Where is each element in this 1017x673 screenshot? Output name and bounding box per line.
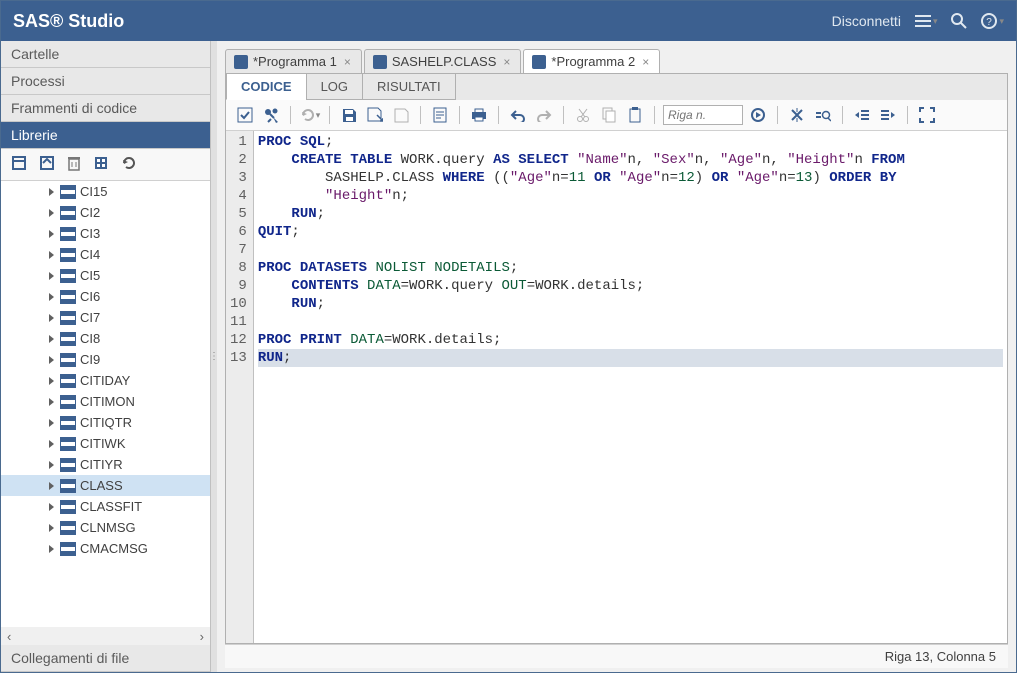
close-icon[interactable]: × — [640, 55, 651, 69]
tree-item-cmacmsg[interactable]: CMACMSG — [1, 538, 210, 559]
tree-item-ci8[interactable]: CI8 — [1, 328, 210, 349]
indent-out-icon[interactable] — [877, 104, 899, 126]
svg-text:?: ? — [987, 17, 993, 28]
code-editor[interactable]: 12345678910111213 PROC SQL; CREATE TABLE… — [226, 131, 1007, 643]
tree-item-ci6[interactable]: CI6 — [1, 286, 210, 307]
indent-in-icon[interactable] — [851, 104, 873, 126]
fullscreen-icon[interactable] — [916, 104, 938, 126]
close-icon[interactable]: × — [501, 55, 512, 69]
program-icon — [532, 55, 546, 69]
sidebar: Cartelle Processi Frammenti di codice Li… — [1, 41, 211, 672]
tree-item-citiwk[interactable]: CITIWK — [1, 433, 210, 454]
lib-props-icon[interactable] — [93, 155, 109, 174]
lib-delete-icon[interactable] — [67, 155, 81, 174]
program-icon — [234, 55, 248, 69]
subtab-log[interactable]: LOG — [306, 74, 363, 100]
tree-item-citiqtr[interactable]: CITIQTR — [1, 412, 210, 433]
summary-icon[interactable] — [429, 104, 451, 126]
tree-item-ci5[interactable]: CI5 — [1, 265, 210, 286]
splitter[interactable] — [211, 41, 217, 672]
lib-edit-icon[interactable] — [39, 155, 55, 174]
tree-item-ci15[interactable]: CI15 — [1, 181, 210, 202]
tab[interactable]: *Programma 2× — [523, 49, 660, 73]
tree-item-citiyr[interactable]: CITIYR — [1, 454, 210, 475]
line-gutter: 12345678910111213 — [226, 131, 254, 643]
menu-icon[interactable]: ▾ — [915, 14, 938, 28]
run-icon[interactable] — [260, 104, 282, 126]
panel-processes[interactable]: Processi — [1, 68, 210, 95]
code-body[interactable]: PROC SQL; CREATE TABLE WORK.query AS SEL… — [254, 131, 1007, 643]
cut-icon[interactable] — [572, 104, 594, 126]
tab[interactable]: *Programma 1× — [225, 49, 362, 73]
goto-line-input[interactable] — [663, 105, 743, 125]
redo-icon[interactable] — [533, 104, 555, 126]
tree-item-ci4[interactable]: CI4 — [1, 244, 210, 265]
panel-snippets[interactable]: Frammenti di codice — [1, 95, 210, 122]
disconnect-link[interactable]: Disconnetti — [832, 13, 901, 29]
help-icon[interactable]: ?▾ — [981, 13, 1004, 29]
editor-area: CODICE LOG RISULTATI ▾ — [225, 73, 1008, 644]
copy-icon[interactable] — [598, 104, 620, 126]
check-icon[interactable] — [234, 104, 256, 126]
app-title: SAS® Studio — [13, 11, 832, 32]
lib-new-icon[interactable] — [11, 155, 27, 174]
saveas-icon[interactable] — [364, 104, 386, 126]
tree-item-ci2[interactable]: CI2 — [1, 202, 210, 223]
tab[interactable]: SASHELP.CLASS× — [364, 49, 522, 73]
tree-item-ci9[interactable]: CI9 — [1, 349, 210, 370]
tree-item-class[interactable]: CLASS — [1, 475, 210, 496]
lib-refresh-icon[interactable] — [121, 155, 137, 174]
tree-item-ci3[interactable]: CI3 — [1, 223, 210, 244]
find-icon[interactable] — [812, 104, 834, 126]
panel-folders[interactable]: Cartelle — [1, 41, 210, 68]
subtab-code[interactable]: CODICE — [226, 74, 307, 100]
tree-item-citimon[interactable]: CITIMON — [1, 391, 210, 412]
tree-item-ci7[interactable]: CI7 — [1, 307, 210, 328]
status-bar: Riga 13, Colonna 5 — [225, 644, 1008, 668]
tree-item-classfit[interactable]: CLASSFIT — [1, 496, 210, 517]
app-header: SAS® Studio Disconnetti ▾ ?▾ — [1, 1, 1016, 41]
h-scroll[interactable]: ‹› — [1, 627, 210, 645]
program-icon — [373, 55, 387, 69]
print-icon[interactable] — [468, 104, 490, 126]
search-icon[interactable] — [951, 13, 967, 29]
save-icon[interactable] — [338, 104, 360, 126]
subtab-results[interactable]: RISULTATI — [362, 74, 456, 100]
panel-filelinks[interactable]: Collegamenti di file — [1, 645, 210, 672]
panel-libraries[interactable]: Librerie — [1, 122, 210, 149]
undo-icon[interactable] — [507, 104, 529, 126]
save-disabled-icon — [390, 104, 412, 126]
editor-toolbar: ▾ — [226, 100, 1007, 131]
tree-item-citiday[interactable]: CITIDAY — [1, 370, 210, 391]
undo-history-icon[interactable]: ▾ — [299, 104, 321, 126]
paste-icon[interactable] — [624, 104, 646, 126]
editor-tabs: *Programma 1×SASHELP.CLASS×*Programma 2× — [219, 49, 1016, 73]
clear-icon[interactable] — [786, 104, 808, 126]
tree-item-clnmsg[interactable]: CLNMSG — [1, 517, 210, 538]
close-icon[interactable]: × — [342, 55, 353, 69]
library-tree[interactable]: CI15CI2CI3CI4CI5CI6CI7CI8CI9CITIDAYCITIM… — [1, 181, 210, 627]
goto-icon[interactable] — [747, 104, 769, 126]
lib-toolbar — [1, 149, 210, 181]
